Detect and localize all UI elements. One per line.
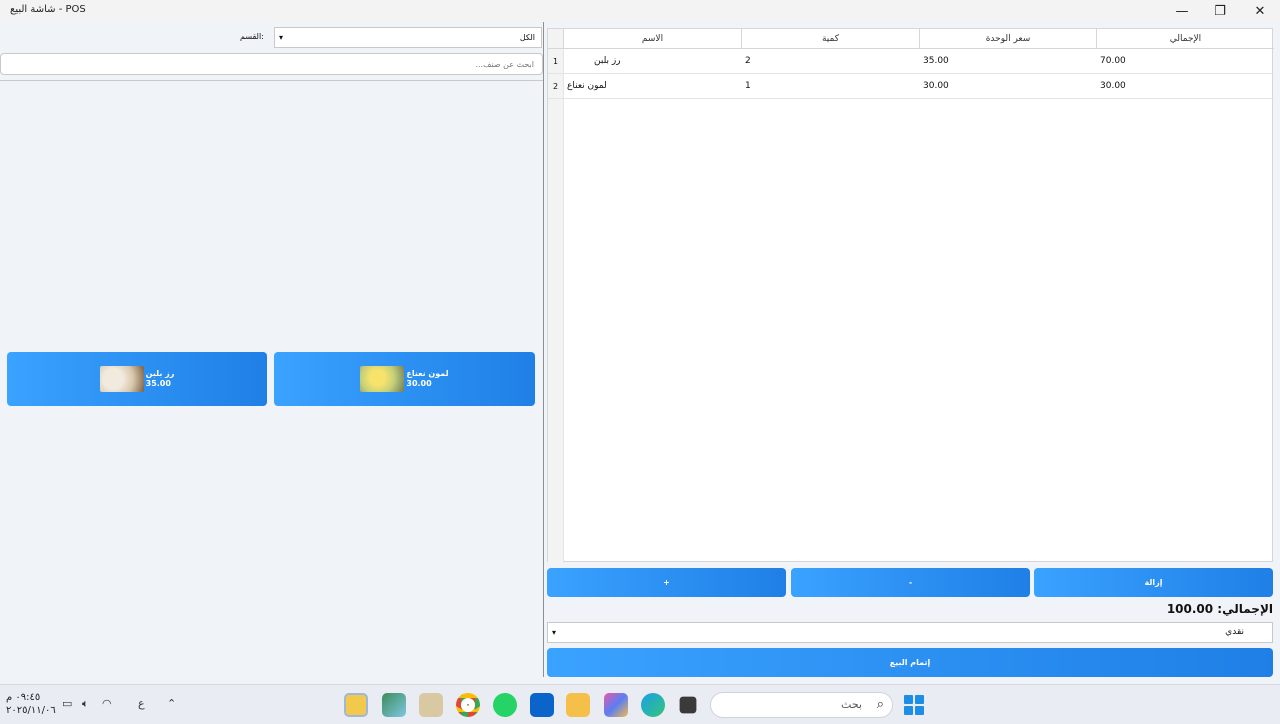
clock-time: ٠٩:٤٥ م bbox=[6, 692, 41, 703]
cell-name: رز بلبن bbox=[594, 56, 621, 66]
row-number: 2 bbox=[548, 74, 564, 99]
payment-method-value: نقدي bbox=[1225, 627, 1244, 637]
product-grid: رز بلبن 35.00 لمون نعناع 30.00 bbox=[0, 80, 543, 677]
product-price: 35.00 bbox=[145, 379, 171, 388]
edge-icon[interactable] bbox=[641, 693, 665, 717]
search-icon: ⌕ bbox=[876, 697, 884, 712]
chrome-icon[interactable] bbox=[456, 693, 480, 717]
window-title: شاشة البيع - POS bbox=[10, 4, 86, 15]
product-name: رز بلبن bbox=[145, 369, 175, 378]
product-button[interactable]: لمون نعناع 30.00 bbox=[274, 352, 535, 406]
product-button[interactable]: رز بلبن 35.00 bbox=[7, 352, 267, 406]
products-panel: القسم: الكل ▾ رز بلبن 35.00 لمون نعناع 3… bbox=[0, 22, 544, 677]
start-button[interactable] bbox=[904, 695, 924, 715]
column-header-qty[interactable]: كمية bbox=[742, 29, 920, 49]
cell-total: 30.00 bbox=[1100, 81, 1126, 91]
lemon-mint-image bbox=[360, 366, 405, 392]
product-price: 30.00 bbox=[406, 379, 432, 388]
copilot-icon[interactable] bbox=[604, 693, 628, 717]
volume-icon[interactable]: 🔈︎ bbox=[82, 697, 89, 711]
grand-total: الإجمالي: 100.00 bbox=[1166, 602, 1273, 616]
file-explorer-icon[interactable] bbox=[566, 693, 590, 717]
clock[interactable]: ٠٩:٤٥ م ٢٠٢٥/١١/٠٦ bbox=[6, 691, 56, 717]
remove-item-button[interactable]: إزالة bbox=[1034, 568, 1273, 597]
restore-button[interactable]: ❐ bbox=[1200, 0, 1240, 22]
taskbar-search-placeholder: بحث bbox=[841, 698, 862, 711]
cell-unit-price: 30.00 bbox=[923, 81, 949, 91]
column-header-total[interactable]: الإجمالي bbox=[1097, 29, 1274, 49]
chevron-up-icon[interactable]: ⌃ bbox=[167, 697, 176, 710]
wifi-icon[interactable]: ◠ bbox=[102, 697, 112, 710]
table-row[interactable]: 2 لمون نعناع 1 30.00 30.00 bbox=[548, 74, 1274, 99]
terminal-icon[interactable] bbox=[679, 696, 697, 714]
cell-total: 70.00 bbox=[1100, 56, 1126, 66]
table-row[interactable]: 1 رز بلبن 2 35.00 70.00 bbox=[548, 49, 1274, 74]
category-label: القسم: bbox=[240, 32, 264, 41]
cart-panel: الاسم كمية سعر الوحدة الإجمالي 1 رز بلبن… bbox=[545, 22, 1280, 677]
outlook-icon[interactable] bbox=[530, 693, 554, 717]
cell-name: لمون نعناع bbox=[567, 81, 607, 91]
battery-icon[interactable]: ▭ bbox=[62, 697, 72, 710]
row-header-strip bbox=[548, 49, 564, 563]
column-header-name[interactable]: الاسم bbox=[564, 29, 742, 49]
input-language[interactable]: ع bbox=[138, 697, 145, 710]
table-header: الاسم كمية سعر الوحدة الإجمالي bbox=[564, 29, 1274, 49]
category-select[interactable]: الكل ▾ bbox=[274, 27, 542, 48]
cell-qty: 1 bbox=[745, 81, 751, 91]
whatsapp-icon[interactable] bbox=[493, 693, 517, 717]
row-number: 1 bbox=[548, 49, 564, 74]
app-icon[interactable] bbox=[419, 693, 443, 717]
windows-logo-icon bbox=[904, 695, 913, 704]
clock-date: ٢٠٢٥/١١/٠٦ bbox=[6, 705, 56, 716]
cell-qty: 2 bbox=[745, 56, 751, 66]
payment-method-select[interactable]: نقدي ▾ bbox=[547, 622, 1273, 643]
category-value: الكل bbox=[519, 33, 535, 42]
dropdown-arrow-icon: ▾ bbox=[279, 33, 284, 42]
title-bar: شاشة البيع - POS — ❐ ✕ bbox=[0, 0, 1280, 22]
column-header-unit-price[interactable]: سعر الوحدة bbox=[920, 29, 1097, 49]
pos-app-icon[interactable] bbox=[344, 693, 368, 717]
rice-pudding-image bbox=[99, 366, 144, 392]
taskbar-search[interactable]: بحث ⌕ bbox=[710, 692, 893, 718]
cell-unit-price: 35.00 bbox=[923, 56, 949, 66]
product-name: لمون نعناع bbox=[406, 369, 449, 378]
product-search-input[interactable] bbox=[0, 53, 543, 75]
taskbar: ٠٩:٤٥ م ٢٠٢٥/١١/٠٦ ▭ 🔈︎ ◠ ع ⌃ بحث ⌕ bbox=[0, 684, 1280, 724]
photos-app-icon[interactable] bbox=[382, 693, 406, 717]
increase-qty-button[interactable]: + bbox=[547, 568, 786, 597]
close-button[interactable]: ✕ bbox=[1240, 0, 1280, 22]
cart-table: الاسم كمية سعر الوحدة الإجمالي 1 رز بلبن… bbox=[547, 28, 1274, 563]
table-corner bbox=[548, 29, 564, 49]
minimize-button[interactable]: — bbox=[1162, 0, 1202, 22]
decrease-qty-button[interactable]: - bbox=[791, 568, 1030, 597]
complete-sale-button[interactable]: إتمام البيع bbox=[547, 648, 1273, 677]
dropdown-arrow-icon: ▾ bbox=[552, 628, 557, 637]
